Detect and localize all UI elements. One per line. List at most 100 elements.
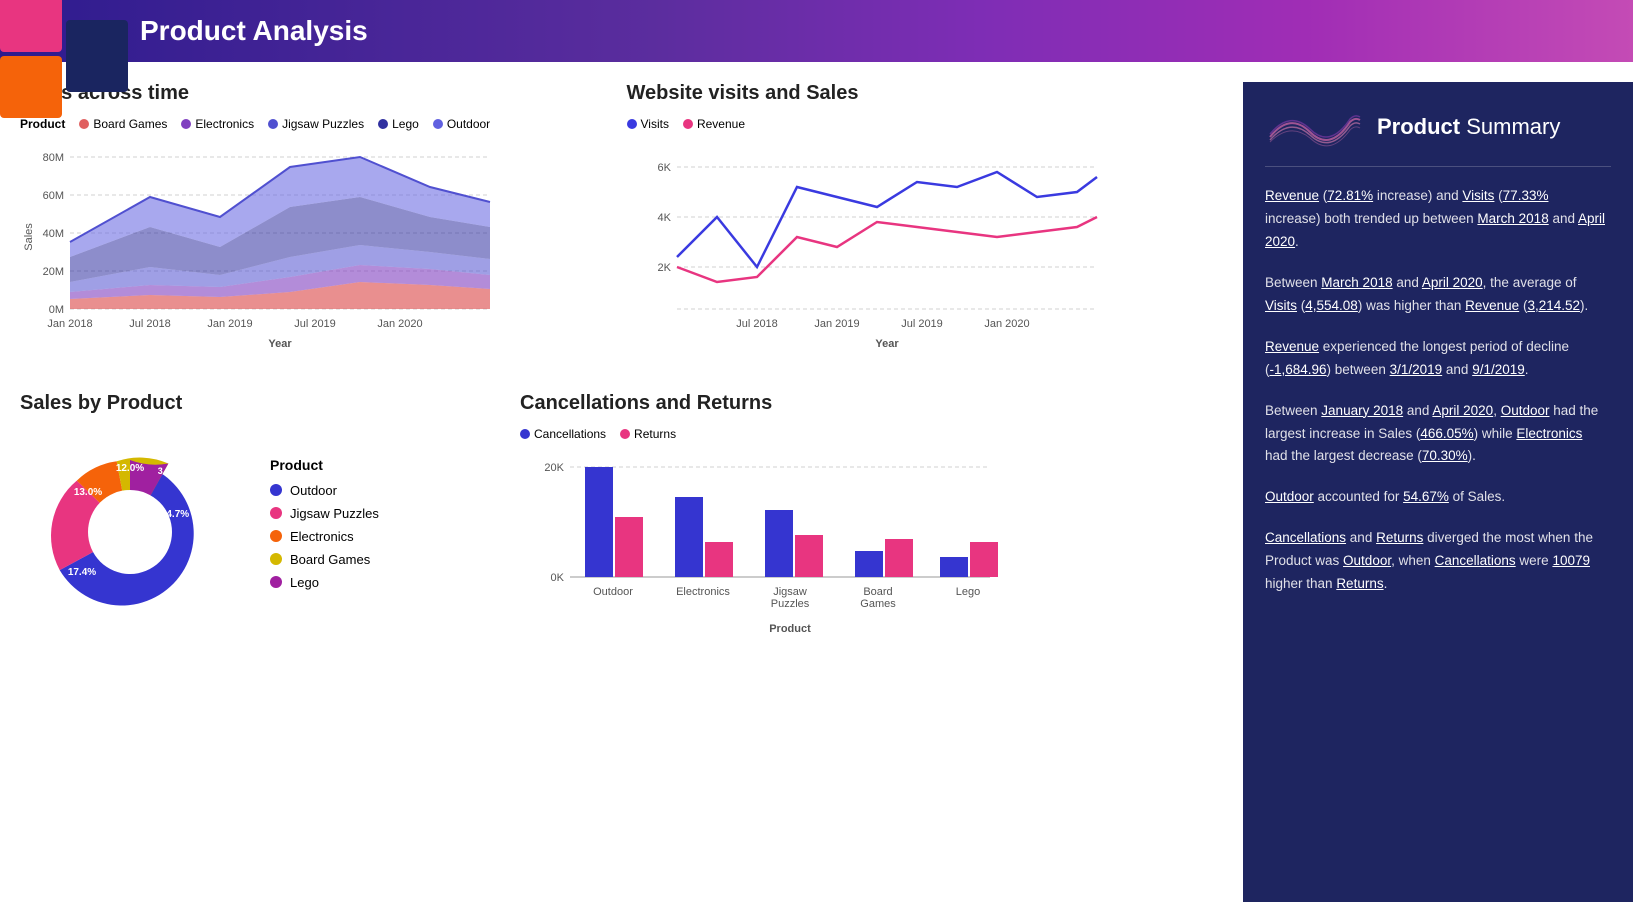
- link-visits2[interactable]: Visits: [1265, 298, 1297, 313]
- svg-text:Electronics: Electronics: [676, 586, 730, 598]
- legend-jigsaw: Jigsaw Puzzles: [268, 117, 364, 131]
- svg-text:Puzzles: Puzzles: [771, 598, 810, 610]
- website-visits-chart: Website visits and Sales Visits Revenue …: [627, 82, 1214, 362]
- legend-lego: Lego: [378, 117, 419, 131]
- website-visits-title: Website visits and Sales: [627, 82, 1214, 105]
- link-date1[interactable]: 3/1/2019: [1390, 362, 1443, 377]
- donut-area: 54.7% 17.4% 13.0% 12.0% 3.0% Product Out…: [20, 427, 500, 627]
- logo-dark: [66, 20, 128, 92]
- legend-item-outdoor: Outdoor: [270, 483, 379, 498]
- donut-legend: Product Outdoor Jigsaw Puzzles Electroni…: [270, 457, 379, 598]
- link-march2018[interactable]: March 2018: [1477, 211, 1548, 226]
- sales-over-time-svg: 80M 60M 40M 20M 0M Sales: [20, 137, 500, 357]
- svg-text:Jan 2018: Jan 2018: [47, 318, 92, 330]
- svg-text:Jan 2019: Jan 2019: [207, 318, 252, 330]
- logo-area: [0, 0, 130, 120]
- svg-text:Sales: Sales: [23, 223, 35, 251]
- legend-item-jigsaw: Jigsaw Puzzles: [270, 506, 379, 521]
- link-cancellations[interactable]: Cancellations: [1265, 530, 1346, 545]
- cancellations-title: Cancellations and Returns: [520, 392, 1213, 415]
- left-column: Sales across time Product Board Games El…: [0, 82, 1233, 902]
- svg-text:Jan 2020: Jan 2020: [377, 318, 422, 330]
- cancellations-svg: 20K 0K: [520, 447, 1000, 677]
- link-jan2018[interactable]: January 2018: [1321, 403, 1403, 418]
- svg-text:Jigsaw: Jigsaw: [773, 586, 807, 598]
- svg-text:80M: 80M: [43, 152, 64, 164]
- lego-dot: [270, 576, 282, 588]
- link-10079[interactable]: 10079: [1552, 553, 1590, 568]
- logo-orange: [0, 56, 62, 118]
- charts-row-2: Sales by Product: [20, 392, 1213, 682]
- link-april2020[interactable]: April 2020: [1265, 211, 1605, 249]
- link-revenue2[interactable]: Revenue: [1465, 298, 1519, 313]
- link-cancellations2[interactable]: Cancellations: [1435, 553, 1516, 568]
- summary-para-1: Revenue (72.81% increase) and Visits (77…: [1265, 185, 1605, 254]
- donut-legend-title: Product: [270, 457, 379, 473]
- summary-para-2: Between March 2018 and April 2020, the a…: [1265, 272, 1605, 318]
- svg-text:Jan 2019: Jan 2019: [814, 318, 859, 330]
- page-title: Product Analysis: [140, 15, 368, 47]
- svg-text:Outdoor: Outdoor: [593, 586, 633, 598]
- logo-pink: [0, 0, 62, 52]
- link-decline[interactable]: -1,684.96: [1270, 362, 1327, 377]
- boardgames-dot: [270, 553, 282, 565]
- link-3214[interactable]: 3,214.52: [1527, 298, 1580, 313]
- legend-item-electronics: Electronics: [270, 529, 379, 544]
- link-70[interactable]: 70.30%: [1422, 448, 1468, 463]
- link-outdoor3[interactable]: Outdoor: [1343, 553, 1391, 568]
- svg-text:Jan 2020: Jan 2020: [984, 318, 1029, 330]
- link-4554[interactable]: 4,554.08: [1305, 298, 1358, 313]
- link-electronics[interactable]: Electronics: [1516, 426, 1582, 441]
- svg-text:Jul 2019: Jul 2019: [901, 318, 943, 330]
- link-outdoor2[interactable]: Outdoor: [1265, 489, 1314, 504]
- svg-text:Jul 2019: Jul 2019: [294, 318, 336, 330]
- summary-para-4: Between January 2018 and April 2020, Out…: [1265, 400, 1605, 469]
- legend-item-boardgames: Board Games: [270, 552, 379, 567]
- waves-icon: [1265, 102, 1365, 152]
- svg-text:60M: 60M: [43, 190, 64, 202]
- svg-text:Product: Product: [769, 623, 811, 635]
- svg-text:Jul 2018: Jul 2018: [736, 318, 778, 330]
- summary-para-5: Outdoor accounted for 54.67% of Sales.: [1265, 486, 1605, 509]
- legend-outdoor: Outdoor: [433, 117, 490, 131]
- link-date2[interactable]: 9/1/2019: [1472, 362, 1525, 377]
- cancellations-legend: Cancellations Returns: [520, 427, 1213, 441]
- svg-text:0M: 0M: [49, 304, 64, 316]
- svg-text:4K: 4K: [657, 212, 671, 224]
- jigsaw-dot: [270, 507, 282, 519]
- product-summary-panel: Product Summary Revenue (72.81% increase…: [1243, 82, 1633, 902]
- svg-text:0K: 0K: [551, 572, 565, 584]
- sales-by-product-title: Sales by Product: [20, 392, 500, 415]
- svg-text:3.0%: 3.0%: [158, 466, 179, 476]
- link-returns[interactable]: Returns: [1376, 530, 1423, 545]
- link-visits[interactable]: Visits: [1462, 188, 1494, 203]
- outdoor-dot: [270, 484, 282, 496]
- svg-text:12.0%: 12.0%: [116, 463, 144, 474]
- link-72[interactable]: 72.81%: [1327, 188, 1373, 203]
- link-returns2[interactable]: Returns: [1336, 576, 1383, 591]
- legend-revenue: Revenue: [683, 117, 745, 131]
- link-5467[interactable]: 54.67%: [1403, 489, 1449, 504]
- legend-returns: Returns: [620, 427, 676, 441]
- svg-text:Games: Games: [860, 598, 896, 610]
- link-march2018-2[interactable]: March 2018: [1321, 275, 1392, 290]
- legend-electronics: Electronics: [181, 117, 254, 131]
- link-outdoor[interactable]: Outdoor: [1501, 403, 1550, 418]
- legend-item-lego: Lego: [270, 575, 379, 590]
- link-revenue3[interactable]: Revenue: [1265, 339, 1319, 354]
- svg-text:Jul 2018: Jul 2018: [129, 318, 171, 330]
- link-apr2020[interactable]: April 2020: [1432, 403, 1493, 418]
- link-77[interactable]: 77.33%: [1503, 188, 1549, 203]
- electronics-dot: [270, 530, 282, 542]
- website-visits-svg: 6K 4K 2K Jul 2018 Jan 2019 Jul 2019 Jan …: [627, 137, 1107, 357]
- main-content: Sales across time Product Board Games El…: [0, 62, 1633, 902]
- svg-text:2K: 2K: [657, 262, 671, 274]
- svg-text:Year: Year: [875, 338, 899, 350]
- svg-text:Lego: Lego: [956, 586, 980, 598]
- link-april2020-2[interactable]: April 2020: [1422, 275, 1483, 290]
- summary-scroll[interactable]: Revenue (72.81% increase) and Visits (77…: [1265, 185, 1611, 614]
- link-466[interactable]: 466.05%: [1420, 426, 1473, 441]
- summary-title: Product Summary: [1377, 114, 1560, 140]
- link-revenue[interactable]: Revenue: [1265, 188, 1319, 203]
- summary-header: Product Summary: [1265, 102, 1611, 167]
